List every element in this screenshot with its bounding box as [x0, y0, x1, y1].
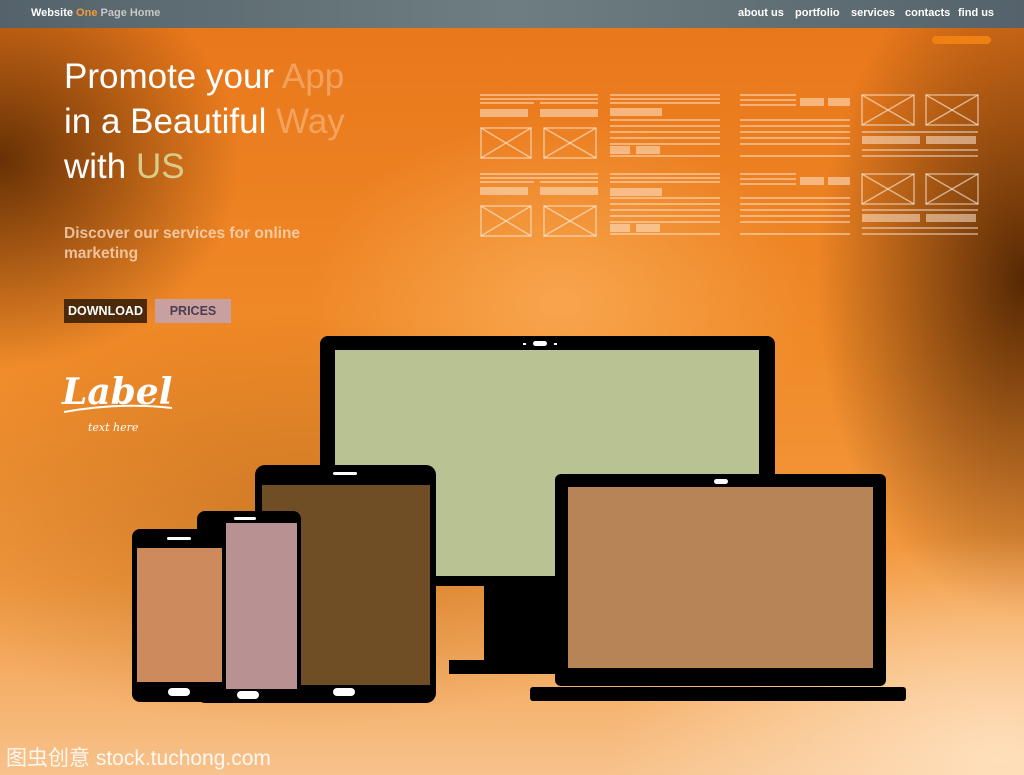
- device-mockups: [132, 336, 906, 703]
- monitor-camera-icon: [533, 341, 547, 346]
- monitor-stand: [484, 586, 558, 666]
- tablet-speaker-icon: [333, 472, 357, 475]
- laptop-screen: [568, 487, 873, 668]
- phone-pink-home-icon: [237, 691, 259, 699]
- laptop-camera-icon: [714, 479, 728, 484]
- phone-pink-speaker-icon: [234, 517, 256, 520]
- laptop-base: [530, 687, 906, 701]
- phone-orange-screen: [137, 548, 222, 682]
- tablet-home-icon: [333, 688, 355, 696]
- laptop: [530, 474, 906, 701]
- phone-orange-speaker-icon: [167, 537, 191, 540]
- watermark-text: 图虫创意 stock.tuchong.com: [6, 747, 271, 770]
- phone-orange: [132, 529, 226, 702]
- phone-orange-home-icon: [168, 688, 190, 696]
- phone-pink-screen: [226, 523, 297, 689]
